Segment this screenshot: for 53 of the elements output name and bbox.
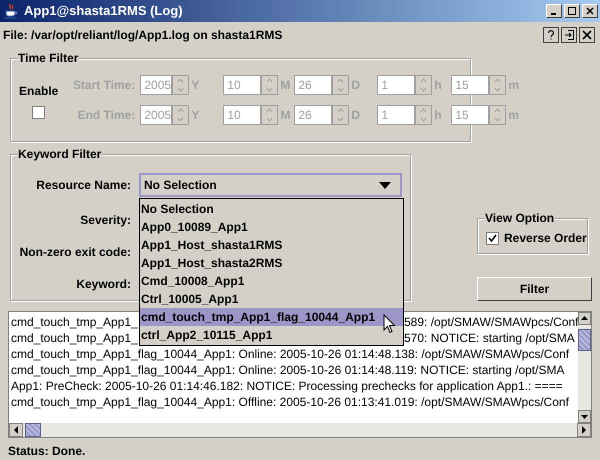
- maximize-button[interactable]: [564, 4, 580, 18]
- log-line: App1: PreCheck: 2005-10-26 01:14:46.182: NOTICE: Processing prechecks for application App1.: ====: [11, 378, 563, 396]
- checkbox[interactable]: [32, 106, 46, 119]
- dropdown-value: No Selection: [144, 177, 217, 194]
- field-label: Keyword:: [75, 276, 131, 294]
- checkbox[interactable]: [486, 232, 499, 245]
- caret-icon: [379, 182, 391, 189]
- dropdown-option[interactable]: App1_Host_shasta2RMS: [140, 254, 403, 272]
- help-icon: [547, 30, 555, 40]
- horizontal-scrollbar[interactable]: [9, 423, 591, 437]
- maximize-icon: [568, 7, 576, 15]
- dropdown-option[interactable]: No Selection: [140, 200, 403, 218]
- status-label: Status: Done.: [8, 443, 86, 460]
- coffee-cup-icon: [3, 3, 19, 19]
- group-title: View Option: [484, 210, 556, 226]
- close-icon: [586, 7, 594, 15]
- log-line: cmd_touch_tmp_App1_: [11, 314, 139, 332]
- vertical-scrollbar[interactable]: [578, 312, 591, 423]
- enable-label: Enable: [19, 82, 58, 100]
- scroll-thumb[interactable]: [578, 329, 591, 352]
- reverse-order-label: Reverse Order: [504, 230, 587, 248]
- group-title: Keyword Filter: [17, 146, 102, 162]
- dropdown-option[interactable]: Cmd_10008_App1: [140, 272, 403, 290]
- close-button[interactable]: [579, 27, 595, 43]
- log-line: cmd_touch_tmp_App1_flag_10044_App1: Online: 2005-10-26 01:14:48.138: /opt/SMAW/SMAWpcs/Conf: [11, 346, 570, 364]
- dropdown-option[interactable]: App1_Host_shasta1RMS: [140, 236, 403, 254]
- log-line: cmd_touch_tmp_App1_flag_10044_App1: Offline: 2005-10-26 01:13:41.019: /opt/SMAW/SMAWpcs/Conf: [11, 394, 569, 412]
- exit-button[interactable]: [561, 27, 577, 43]
- checkmark-icon: [488, 234, 497, 243]
- scroll-right-icon[interactable]: [577, 423, 591, 437]
- scroll-left-icon[interactable]: [9, 423, 23, 437]
- resource-name-dropdown[interactable]: No Selection: [139, 173, 402, 198]
- field-label: Non-zero exit code:: [18, 244, 131, 262]
- filter-button[interactable]: Filter: [477, 277, 592, 302]
- close-icon: [582, 30, 592, 40]
- dropdown-option[interactable]: App0_10089_App1: [140, 218, 403, 236]
- scroll-thumb[interactable]: [25, 423, 41, 437]
- field-label: Resource Name:: [35, 177, 131, 194]
- help-button[interactable]: [543, 27, 559, 43]
- dropdown-option[interactable]: Ctrl_10005_App1: [140, 290, 403, 308]
- minimize-button[interactable]: [546, 4, 562, 18]
- window-title: App1@shasta1RMS (Log): [24, 2, 183, 20]
- file-path-label: File: /var/opt/reliant/log/App1.log on shasta1RMS: [3, 27, 282, 44]
- exit-icon: [564, 30, 574, 40]
- dropdown-option[interactable]: cmd_touch_tmp_App1_flag_10044_App1: [140, 308, 403, 326]
- scroll-down-icon[interactable]: [578, 410, 591, 423]
- mouse-cursor-icon: [383, 314, 396, 334]
- log-line: cmd_touch_tmp_App1_flag_10044_App1: Online: 2005-10-26 01:14:48.119: NOTICE: starting /opt/SMA: [11, 362, 564, 380]
- scroll-up-icon[interactable]: [578, 312, 591, 326]
- log-line: 570: NOTICE: starting /opt/SMA: [404, 330, 575, 348]
- field-label: Severity:: [79, 212, 131, 230]
- dropdown-option[interactable]: ctrl_App2_10115_App1: [140, 326, 403, 344]
- log-line: cmd_touch_tmp_App1_: [11, 330, 139, 348]
